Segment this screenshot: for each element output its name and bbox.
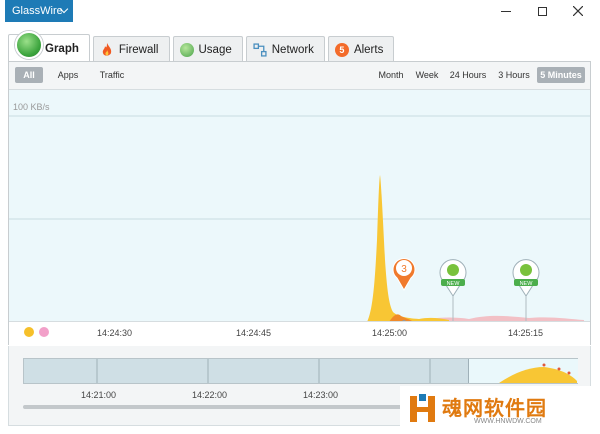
flame-icon — [102, 42, 112, 56]
watermark-url: WWW.HNWDW.COM — [474, 418, 542, 425]
range-24h-button[interactable]: 24 Hours — [447, 67, 489, 83]
new-app-marker[interactable]: NEW — [439, 259, 467, 322]
range-5min-button[interactable]: 5 Minutes — [537, 67, 585, 83]
filter-traffic-button[interactable]: Traffic — [93, 67, 131, 83]
overview-tick: 14:21:00 — [81, 390, 117, 400]
watermark-logo-icon — [410, 394, 435, 422]
new-marker-label: NEW — [520, 281, 534, 287]
new-app-marker[interactable]: NEW — [512, 259, 540, 322]
range-month-button[interactable]: Month — [374, 67, 408, 83]
filter-bar: All Apps Traffic Month Week 24 Hours 3 H… — [9, 62, 590, 88]
time-axis: 14:24:30 14:24:45 14:25:00 14:25:15 — [9, 321, 590, 345]
glasswire-window: GlassWire Graph Firewall Usage Network 5… — [0, 0, 600, 434]
tab-network-label: Network — [271, 43, 314, 56]
title-bar: GlassWire — [0, 0, 600, 24]
minimize-button[interactable] — [488, 0, 524, 22]
app-title: GlassWire — [12, 5, 63, 17]
overview-strip[interactable] — [23, 358, 578, 384]
overview-selection-window[interactable] — [468, 359, 578, 383]
traffic-graph-svg: 3 NEW NEW — [9, 115, 590, 322]
tab-usage-label: Usage — [198, 43, 232, 56]
tab-alerts-label: Alerts — [353, 43, 384, 56]
time-tick: 14:25:15 — [508, 328, 544, 338]
alert-marker-count: 3 — [401, 264, 407, 275]
overview-tick: 14:23:00 — [303, 390, 339, 400]
app-menu-button[interactable]: GlassWire — [5, 0, 73, 22]
range-3h-button[interactable]: 3 Hours — [495, 67, 533, 83]
watermark-title: 魂网软件园 — [442, 396, 547, 420]
download-series — [367, 175, 449, 322]
time-tick: 14:24:45 — [236, 328, 272, 338]
maximize-icon — [537, 6, 547, 16]
tab-network[interactable]: Network — [245, 36, 325, 62]
close-icon — [573, 6, 583, 16]
close-button[interactable] — [560, 0, 596, 22]
network-icon — [253, 42, 267, 57]
tab-usage[interactable]: Usage — [172, 36, 243, 62]
tab-graph[interactable]: Graph — [8, 31, 90, 62]
upload-legend-icon[interactable] — [39, 327, 49, 337]
download-legend-icon[interactable] — [24, 327, 34, 337]
main-tabs: Graph Firewall Usage Network 5 Alerts — [8, 31, 397, 62]
usage-icon — [179, 42, 194, 57]
filter-apps-button[interactable]: Apps — [53, 67, 83, 83]
watermark: 魂网软件园 WWW.HNWDW.COM — [400, 386, 600, 434]
tab-alerts[interactable]: 5 Alerts — [327, 36, 395, 62]
tab-firewall[interactable]: Firewall — [92, 36, 170, 62]
tab-firewall-label: Firewall — [118, 43, 159, 56]
minimize-icon — [501, 10, 511, 12]
alert-marker[interactable]: 3 — [392, 258, 416, 322]
range-week-button[interactable]: Week — [413, 67, 441, 83]
time-tick: 14:24:30 — [97, 328, 133, 338]
overview-tick: 14:22:00 — [192, 390, 228, 400]
tab-graph-label: Graph — [45, 42, 79, 55]
traffic-graph[interactable]: 100 KB/s 3 NEW NEW — [9, 89, 590, 322]
alerts-badge-icon: 5 — [334, 42, 349, 57]
graph-panel: All Apps Traffic Month Week 24 Hours 3 H… — [8, 61, 591, 345]
graph-icon — [15, 31, 43, 59]
maximize-button[interactable] — [524, 0, 560, 22]
overview-spike — [499, 363, 577, 383]
new-marker-label: NEW — [447, 281, 461, 287]
time-tick: 14:25:00 — [372, 328, 408, 338]
filter-all-button[interactable]: All — [15, 67, 43, 83]
